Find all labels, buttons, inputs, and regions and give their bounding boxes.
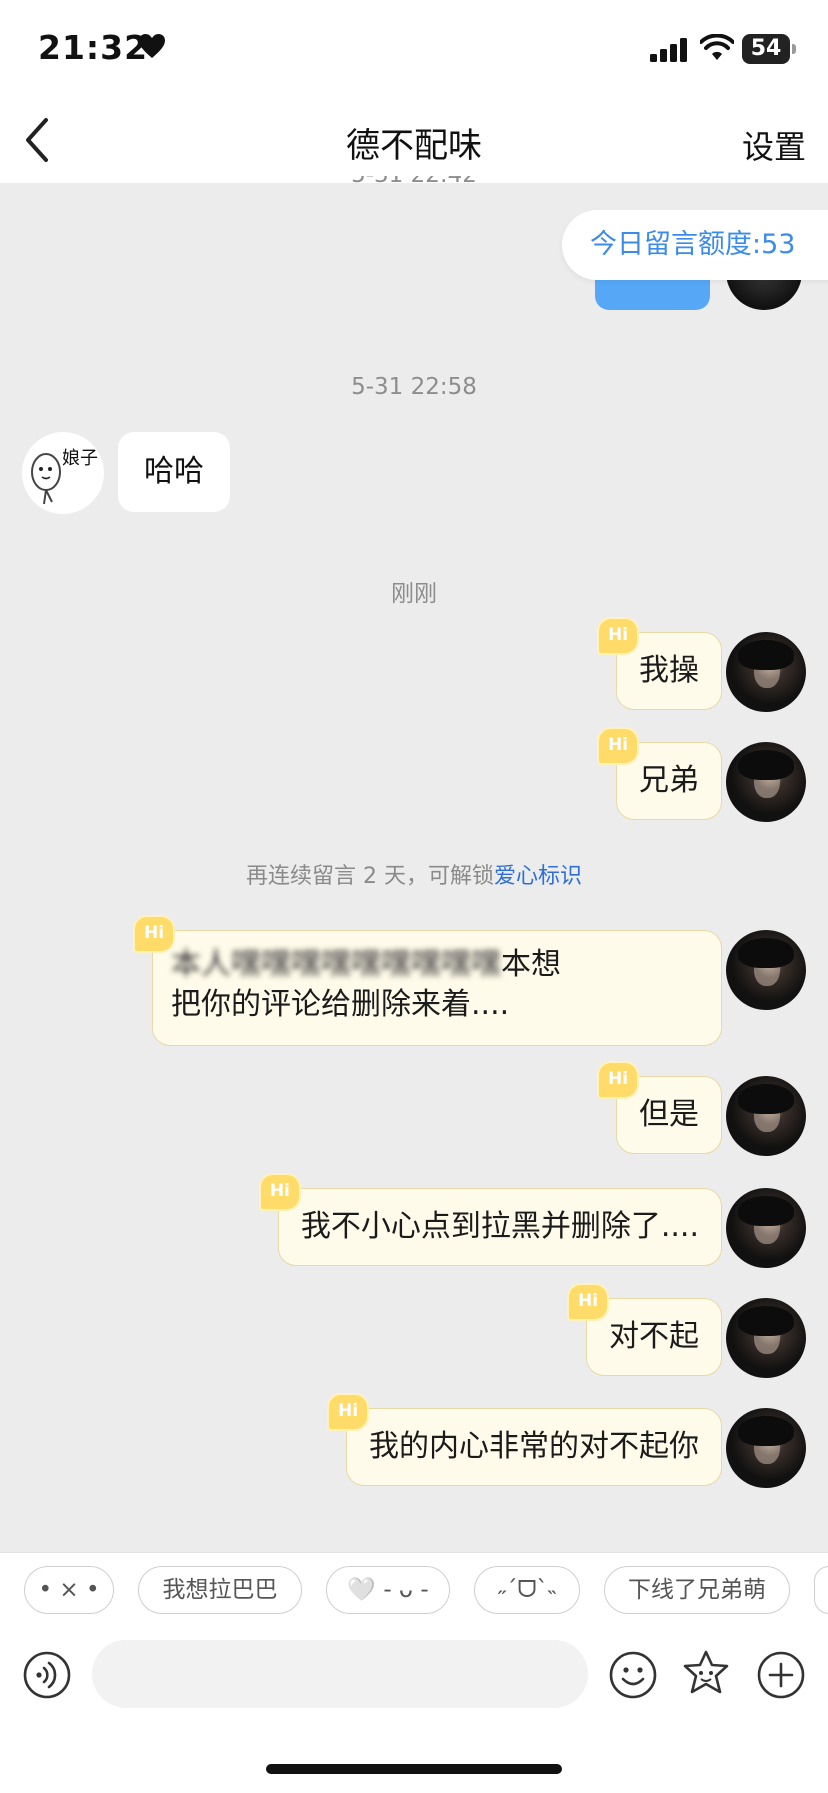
quick-reply-chip[interactable]: • × • (24, 1566, 114, 1614)
timestamp-third: 刚刚 (391, 581, 437, 607)
message-row: Hi 对不起 (567, 1283, 722, 1376)
settings-button[interactable]: 设置 (742, 122, 806, 168)
pixelated-text: 本人嘿嘿嘿嘿嘿嘿嘿嘿嘿 (171, 947, 501, 982)
timestamp-first-text: 5-31 22:42 (351, 176, 477, 188)
quota-badge: 今日留言额度:53 (562, 210, 828, 280)
outgoing-message-bubble[interactable]: Hi 对不起 (567, 1283, 722, 1376)
outgoing-message-bubble[interactable]: Hi 但是 (597, 1061, 722, 1154)
timestamp-second: 5-31 22:58 (351, 374, 477, 400)
incoming-message-bubble[interactable]: 哈哈 (118, 432, 230, 512)
unlock-hint: 再连续留言 2 天，可解锁爱心标识 (0, 858, 828, 890)
message-row: Hi 兄弟 (597, 727, 722, 820)
outgoing-message-bubble[interactable]: Hi 本人嘿嘿嘿嘿嘿嘿嘿嘿嘿本想 把你的评论给删除来着.... (133, 915, 722, 1046)
message-row: Hi 我的内心非常的对不起你 (327, 1393, 722, 1486)
message-row: Hi 本人嘿嘿嘿嘿嘿嘿嘿嘿嘿本想 把你的评论给删除来着.... (133, 915, 722, 1046)
quick-reply-chip[interactable]: 🤍 - ᴗ - (326, 1566, 450, 1614)
avatar-caption: 娘子 (62, 448, 98, 469)
message-text: 我的内心非常的对不起你 (369, 1429, 699, 1464)
my-avatar[interactable] (726, 1408, 806, 1488)
unlock-hint-text: 再连续留言 2 天，可解锁 (246, 864, 494, 889)
voice-icon[interactable] (22, 1650, 72, 1700)
outgoing-message-bubble[interactable]: Hi 我操 (597, 617, 722, 710)
message-row: Hi 我不小心点到拉黑并删除了.... (258, 1173, 722, 1266)
hi-badge: Hi (597, 1061, 639, 1099)
battery-indicator: 54 (742, 34, 796, 64)
message-text: 我不小心点到拉黑并删除了.... (300, 1209, 699, 1244)
my-avatar[interactable] (726, 632, 806, 712)
message-input[interactable] (92, 1640, 588, 1708)
heart-icon (139, 34, 165, 58)
message-text: 兄弟 (639, 763, 699, 798)
message-row: Hi 但是 (597, 1061, 722, 1154)
wifi-icon (700, 34, 734, 60)
heart-badge-link[interactable]: 爱心标识 (494, 864, 582, 889)
message-text: 对不起 (609, 1319, 699, 1354)
my-avatar[interactable] (726, 930, 806, 1010)
message-line-1: 本人嘿嘿嘿嘿嘿嘿嘿嘿嘿本想 (171, 945, 703, 985)
page-title: 德不配味 (346, 126, 482, 166)
my-avatar[interactable] (726, 742, 806, 822)
hi-badge: Hi (327, 1393, 369, 1431)
sticker-icon[interactable] (680, 1648, 732, 1700)
quick-reply-chip[interactable]: 下线了兄弟萌 (604, 1566, 790, 1614)
my-avatar[interactable] (726, 1298, 806, 1378)
contact-avatar[interactable]: 娘子 (22, 432, 104, 514)
quick-reply-chip[interactable]: ˶ˊᗜˋ˵ (474, 1566, 580, 1614)
quick-replies: • × • 我想拉巴巴 🤍 - ᴗ - ˶ˊᗜˋ˵ 下线了兄弟萌 (0, 1566, 828, 1616)
my-avatar[interactable] (726, 1076, 806, 1156)
message-text: 本想 (501, 947, 561, 982)
hi-badge: Hi (597, 617, 639, 655)
message-text: 我操 (639, 653, 699, 688)
signal-icon (650, 38, 687, 62)
hi-badge: Hi (597, 727, 639, 765)
home-indicator (266, 1764, 562, 1774)
hi-badge: Hi (258, 1173, 301, 1211)
quick-reply-chip[interactable]: 我想拉巴巴 (138, 1566, 302, 1614)
outgoing-message-bubble[interactable]: Hi 我不小心点到拉黑并删除了.... (258, 1173, 722, 1266)
hi-badge: Hi (133, 915, 175, 953)
timestamp-first: 5-31 22:42 (0, 176, 828, 196)
quick-reply-chip-overflow[interactable] (814, 1566, 828, 1614)
status-time: 21:32 (38, 28, 149, 67)
outgoing-message-bubble[interactable]: Hi 我的内心非常的对不起你 (327, 1393, 722, 1486)
message-row: Hi 我操 (597, 617, 722, 710)
emoji-icon[interactable] (608, 1650, 658, 1700)
message-text: 但是 (639, 1097, 699, 1132)
hi-badge: Hi (567, 1283, 609, 1321)
my-avatar[interactable] (726, 1188, 806, 1268)
plus-icon[interactable] (756, 1650, 806, 1700)
outgoing-message-bubble[interactable]: Hi 兄弟 (597, 727, 722, 820)
message-line-2: 把你的评论给删除来着.... (171, 987, 510, 1022)
